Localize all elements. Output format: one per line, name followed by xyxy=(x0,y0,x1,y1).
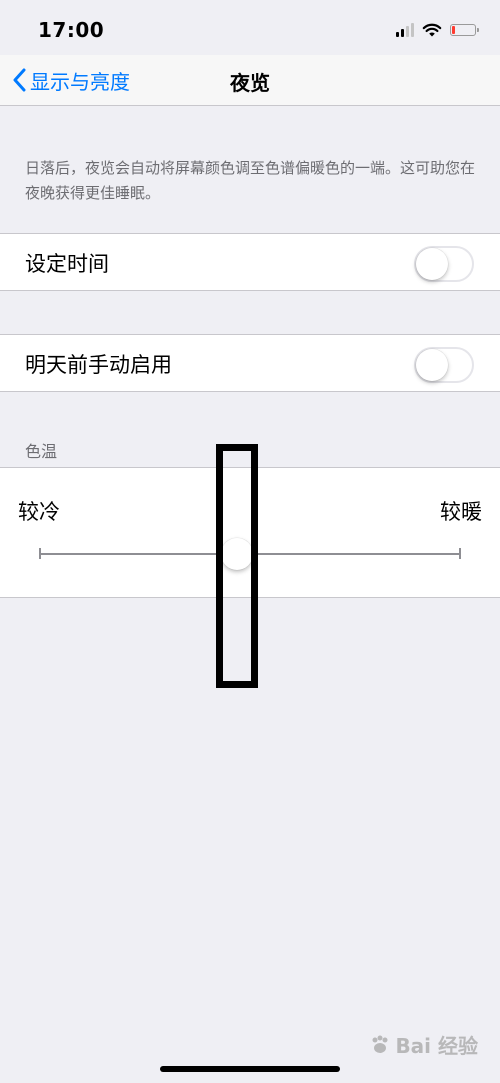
scheduled-row: 设定时间 xyxy=(0,233,500,291)
manual-enable-toggle[interactable] xyxy=(414,347,474,383)
battery-level xyxy=(452,26,455,34)
page-title: 夜览 xyxy=(230,71,270,95)
battery-icon xyxy=(450,24,479,36)
baidu-paw-icon xyxy=(372,1035,388,1053)
toggle-knob xyxy=(416,248,448,280)
manual-enable-row: 明天前手动启用 xyxy=(0,334,500,392)
cellular-signal-icon xyxy=(396,23,414,37)
watermark-text: Bai 经验 xyxy=(395,1034,478,1058)
scheduled-toggle[interactable] xyxy=(414,246,474,282)
status-bar: 17:00 xyxy=(0,0,500,60)
track-start-tick xyxy=(39,548,41,559)
scheduled-label: 设定时间 xyxy=(25,252,109,276)
night-shift-description: 日落后，夜览会自动将屏幕颜色调至色谱偏暖色的一端。这可助您在夜晚获得更佳睡眠。 xyxy=(25,159,476,202)
watermark: Bai 经验 xyxy=(369,1030,478,1059)
cooler-label: 较冷 xyxy=(18,500,60,524)
home-indicator[interactable] xyxy=(160,1066,340,1072)
status-time: 17:00 xyxy=(38,18,105,42)
manual-enable-label: 明天前手动启用 xyxy=(25,353,172,377)
navigation-bar: 显示与亮度 夜览 xyxy=(0,55,500,106)
warmer-label: 较暖 xyxy=(440,500,482,524)
toggle-knob xyxy=(416,349,448,381)
track-end-tick xyxy=(459,548,461,559)
color-temperature-header: 色温 xyxy=(25,442,58,461)
wifi-icon xyxy=(422,23,442,36)
annotation-highlight-box xyxy=(216,444,258,688)
status-icons xyxy=(396,20,479,40)
